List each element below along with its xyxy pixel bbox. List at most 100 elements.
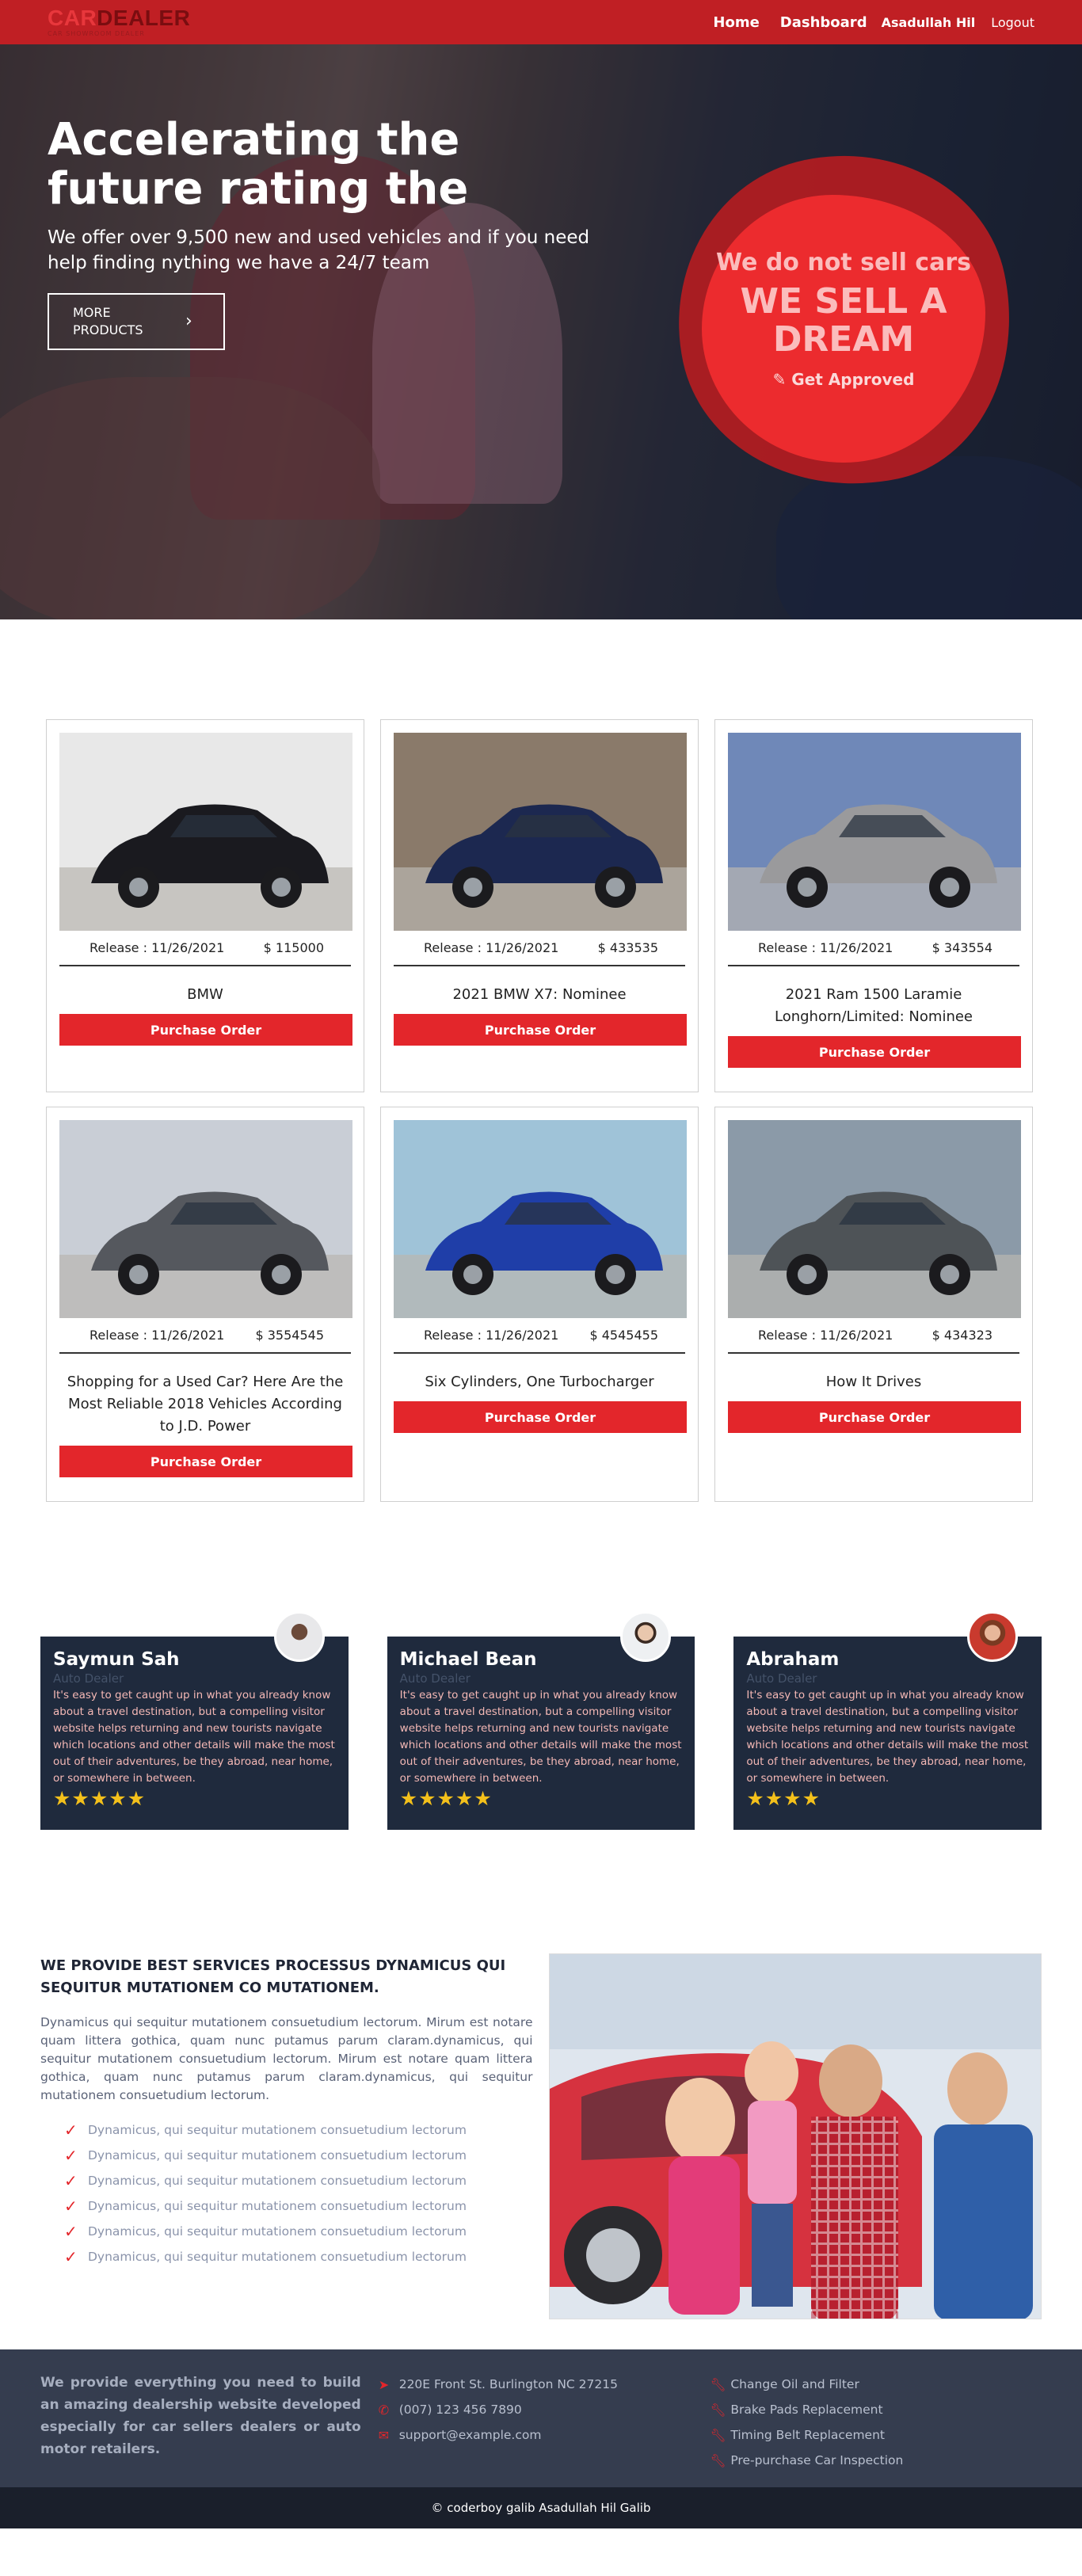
services-text: WE PROVIDE BEST SERVICES PROCESSUS DYNAM… <box>40 1953 533 2319</box>
hero-badge-title: WE SELL A DREAM <box>740 281 947 360</box>
footer-services: 🔧︎ Change Oil and Filter 🔧︎ Brake Pads Rep… <box>710 2372 1042 2487</box>
footer-service-text: Brake Pads Replacement <box>730 2403 883 2417</box>
testimonials-section: Saymun Sah Auto Dealer It's easy to get … <box>0 1502 1082 1830</box>
testimonial-text: It's easy to get caught up in what you a… <box>746 1689 1029 1785</box>
check-icon: ✓ <box>64 2146 78 2165</box>
copyright-bar: © coderboy galib Asadullah Hil Galib <box>0 2487 1082 2528</box>
rating-stars-icon: ★★★★★ <box>53 1787 147 1810</box>
get-approved-link[interactable]: ✎ Get Approved <box>702 370 985 389</box>
car-image <box>59 1120 352 1318</box>
nav-links: Home Dashboard Asadullah Hil Logout <box>713 14 1034 31</box>
car-image <box>59 733 352 931</box>
footer-service-link[interactable]: 🔧︎ Brake Pads Replacement <box>710 2397 1042 2422</box>
car-meta: Release : 11/26/2021 $ 3554545 <box>59 1318 351 1343</box>
cars-grid: Release : 11/26/2021 $ 115000 BMW Purcha… <box>0 619 1082 1502</box>
phone-icon: ✆ <box>378 2402 390 2418</box>
car-release: Release : 11/26/2021 <box>424 1328 559 1343</box>
purchase-order-button[interactable]: Purchase Order <box>728 1401 1021 1433</box>
list-item: ✓ Dynamicus, qui sequitur mutationem cons… <box>64 2168 533 2193</box>
testimonial-role: Auto Dealer <box>399 1671 471 1686</box>
list-item: ✓ Dynamicus, qui sequitur mutationem cons… <box>64 2193 533 2219</box>
car-card: Release : 11/26/2021 $ 434323 How It Dri… <box>714 1107 1033 1502</box>
purchase-order-button[interactable]: Purchase Order <box>394 1014 687 1046</box>
car-release: Release : 11/26/2021 <box>758 940 893 955</box>
car-divider <box>59 1352 351 1354</box>
purchase-order-button[interactable]: Purchase Order <box>59 1014 352 1046</box>
footer-service-link[interactable]: 🔧︎ Change Oil and Filter <box>710 2372 1042 2397</box>
car-name: Shopping for a Used Car? Here Are the Mo… <box>67 1374 344 1435</box>
car-name: Six Cylinders, One Turbocharger <box>425 1374 654 1390</box>
avatar <box>967 1611 1019 1662</box>
list-item-text: Dynamicus, qui sequitur mutationem consu… <box>88 2250 467 2264</box>
wrench-icon: 🔧︎ <box>710 2376 726 2392</box>
hero-content: Accelerating the future rating the We of… <box>48 116 602 350</box>
purchase-order-button[interactable]: Purchase Order <box>59 1446 352 1477</box>
more-products-button[interactable]: MORE PRODUCTS › <box>48 293 225 350</box>
car-name: How It Drives <box>825 1374 922 1390</box>
top-navbar: CARDEALER CAR SHOWROOM DEALER Home Dashb… <box>0 0 1082 44</box>
avatar <box>620 1611 672 1662</box>
logo[interactable]: CARDEALER CAR SHOWROOM DEALER <box>48 7 190 37</box>
car-image <box>394 1120 687 1318</box>
purchase-order-button[interactable]: Purchase Order <box>394 1401 687 1433</box>
nav-dashboard-link[interactable]: Dashboard <box>780 14 867 31</box>
car-image <box>394 733 687 931</box>
logo-wordmark: CARDEALER <box>48 7 190 29</box>
footer-phone-text: (007) 123 456 7890 <box>398 2403 522 2417</box>
car-divider <box>728 965 1019 966</box>
car-price: $ 115000 <box>263 940 324 955</box>
list-item: ✓ Dynamicus, qui sequitur mutationem cons… <box>64 2219 533 2244</box>
nav-logout-link[interactable]: Logout <box>991 15 1034 30</box>
logo-car-text: CAR <box>48 6 97 30</box>
services-heading: WE PROVIDE BEST SERVICES PROCESSUS DYNAM… <box>40 1957 506 1996</box>
list-item: ✓ Dynamicus, qui sequitur mutationem cons… <box>64 2143 533 2168</box>
nav-home-link[interactable]: Home <box>713 14 759 31</box>
testimonial-role: Auto Dealer <box>53 1671 124 1686</box>
car-meta: Release : 11/26/2021 $ 434323 <box>728 1318 1019 1343</box>
avatar <box>273 1611 325 1662</box>
car-release: Release : 11/26/2021 <box>424 940 559 955</box>
testimonial-card: Abraham Auto Dealer It's easy to get cau… <box>733 1611 1042 1830</box>
footer-service-text: Pre-purchase Car Inspection <box>730 2453 904 2467</box>
logo-tagline: CAR SHOWROOM DEALER <box>48 30 145 37</box>
car-meta: Release : 11/26/2021 $ 343554 <box>728 931 1019 955</box>
services-section: WE PROVIDE BEST SERVICES PROCESSUS DYNAM… <box>0 1830 1082 2319</box>
list-item-text: Dynamicus, qui sequitur mutationem consu… <box>88 2148 467 2163</box>
footer-email[interactable]: ✉ support@example.com <box>379 2422 711 2448</box>
footer-address: ➤ 220E Front St. Burlington NC 27215 <box>379 2372 711 2397</box>
car-card: Release : 11/26/2021 $ 343554 2021 Ram 1… <box>714 719 1033 1092</box>
car-card: Release : 11/26/2021 $ 4545455 Six Cylin… <box>380 1107 699 1502</box>
car-release: Release : 11/26/2021 <box>90 940 225 955</box>
testimonial-card: Michael Bean Auto Dealer It's easy to ge… <box>387 1611 695 1830</box>
check-icon: ✓ <box>64 2171 78 2190</box>
list-item-text: Dynamicus, qui sequitur mutationem consu… <box>88 2174 467 2188</box>
car-divider <box>394 965 685 966</box>
rating-stars-icon: ★★★★ <box>746 1787 821 1810</box>
car-release: Release : 11/26/2021 <box>90 1328 225 1343</box>
testimonial-card: Saymun Sah Auto Dealer It's easy to get … <box>40 1611 349 1830</box>
services-list: ✓ Dynamicus, qui sequitur mutationem cons… <box>40 2117 533 2269</box>
services-paragraph: Dynamicus qui sequitur mutationem consue… <box>40 2015 533 2102</box>
list-item: ✓ Dynamicus, qui sequitur mutationem cons… <box>64 2244 533 2269</box>
purchase-order-button[interactable]: Purchase Order <box>728 1036 1021 1068</box>
footer-email-text: support@example.com <box>398 2428 542 2442</box>
footer-service-link[interactable]: 🔧︎ Pre-purchase Car Inspection <box>710 2448 1042 2473</box>
car-meta: Release : 11/26/2021 $ 4545455 <box>394 1318 685 1343</box>
testimonial-text: It's easy to get caught up in what you a… <box>399 1689 682 1785</box>
footer-service-link[interactable]: 🔧︎ Timing Belt Replacement <box>710 2422 1042 2448</box>
car-image <box>728 733 1021 931</box>
car-meta: Release : 11/26/2021 $ 115000 <box>59 931 351 955</box>
testimonial-text: It's easy to get caught up in what you a… <box>53 1689 335 1785</box>
car-name: BMW <box>187 986 223 1003</box>
car-divider <box>728 1352 1019 1354</box>
copyright-text: © coderboy galib Asadullah Hil Galib <box>431 2501 651 2515</box>
car-image <box>728 1120 1021 1318</box>
list-item-text: Dynamicus, qui sequitur mutationem consu… <box>88 2199 467 2213</box>
footer-phone[interactable]: ✆ (007) 123 456 7890 <box>379 2397 711 2422</box>
car-price: $ 343554 <box>932 940 992 955</box>
car-release: Release : 11/26/2021 <box>758 1328 893 1343</box>
approve-icon: ✎ <box>772 370 787 389</box>
family-car-illustration <box>549 1954 1042 2319</box>
footer-service-text: Change Oil and Filter <box>730 2377 859 2391</box>
car-card: Release : 11/26/2021 $ 433535 2021 BMW X… <box>380 719 699 1092</box>
